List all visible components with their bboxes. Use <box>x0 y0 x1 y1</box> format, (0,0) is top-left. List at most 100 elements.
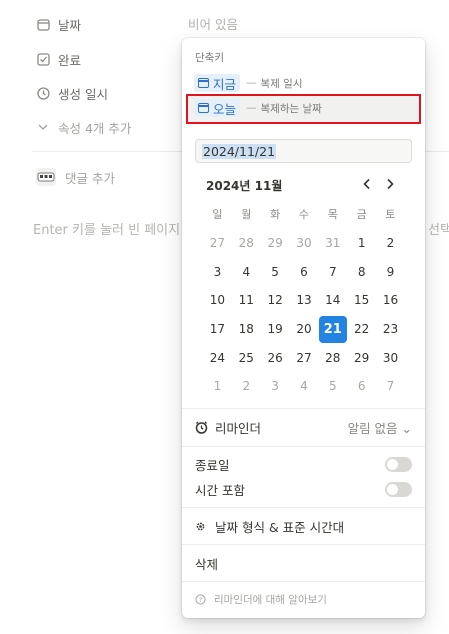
clock-icon <box>36 86 50 100</box>
shortcut-now[interactable]: 지금 — 복제 일시 <box>194 72 303 94</box>
calendar-day-outside[interactable]: 28 <box>232 229 261 258</box>
calendar-day[interactable]: 18 <box>232 315 261 344</box>
calendar-day-number: 23 <box>382 322 399 337</box>
calendar-day-number: 5 <box>271 264 279 279</box>
calendar-day[interactable]: 30 <box>376 343 405 372</box>
calendar-day-selected[interactable]: 21 <box>318 315 347 344</box>
divider <box>182 408 425 409</box>
calendar-day-number: 20 <box>296 322 312 337</box>
calendar-day[interactable]: 3 <box>203 257 232 286</box>
calendar-day[interactable]: 28 <box>318 343 347 372</box>
calendar-day[interactable]: 20 <box>290 315 319 344</box>
calendar-day-number: 1 <box>213 379 222 394</box>
add-comment-row[interactable]: 댓글 추가 <box>36 165 115 189</box>
calendar-day-number: 1 <box>357 236 366 251</box>
calendar-day[interactable]: 6 <box>290 257 319 286</box>
calendar-day-number: 29 <box>354 350 370 365</box>
calendar-day[interactable]: 26 <box>261 343 290 372</box>
calendar-day[interactable]: 27 <box>290 343 319 372</box>
calendar-day-number: 30 <box>382 350 399 365</box>
calendar-day-number: 16 <box>382 293 399 308</box>
calendar-grid: 일 월 화 수 목 금 토 27 28 29 30 31 1 2 3 4 5 6 7 8 9 10 11 12 1… <box>203 200 405 401</box>
reminder-row[interactable]: 리마인더 알림 없음 ⌄ <box>195 416 412 438</box>
end-date-toggle[interactable] <box>385 456 412 472</box>
divider <box>182 581 425 582</box>
more-properties-toggle[interactable]: 속성 4개 추가 <box>36 115 131 139</box>
calendar-day-outside[interactable]: 4 <box>290 372 319 401</box>
calendar-day-number: 4 <box>300 379 308 394</box>
reminder-select[interactable]: 알림 없음 ⌄ <box>348 418 412 437</box>
calendar-day-outside[interactable]: 31 <box>318 229 347 258</box>
calendar-day[interactable]: 29 <box>347 343 376 372</box>
help-icon: ? <box>195 593 206 605</box>
calendar-day[interactable]: 10 <box>203 286 232 315</box>
property-date-value[interactable]: 비어 있음 <box>188 14 238 33</box>
calendar-day[interactable]: 19 <box>261 315 290 344</box>
calendar-day[interactable]: 1 <box>347 229 376 258</box>
property-created-label: 생성 일시 <box>58 86 108 102</box>
calendar-day[interactable]: 15 <box>347 286 376 315</box>
calendar-day[interactable]: 2 <box>376 229 405 258</box>
calendar-day-number: 31 <box>325 236 341 251</box>
calendar-day-number: 26 <box>267 350 283 365</box>
calendar-day-number: 28 <box>238 236 254 251</box>
calendar-day[interactable]: 9 <box>376 257 405 286</box>
calendar-day-number: 17 <box>209 322 226 337</box>
chevron-left-icon <box>363 178 370 190</box>
property-date[interactable]: 날짜 <box>36 12 81 36</box>
calendar-day[interactable]: 4 <box>232 257 261 286</box>
include-time-toggle[interactable] <box>385 481 412 497</box>
calendar-day[interactable]: 23 <box>376 315 405 344</box>
property-date-label: 날짜 <box>58 17 82 33</box>
calendar-day-outside[interactable]: 7 <box>376 372 405 401</box>
alarm-clock-icon <box>195 421 208 434</box>
calendar-day-outside[interactable]: 5 <box>318 372 347 401</box>
next-month-button[interactable] <box>380 173 400 195</box>
shortcut-dash: — <box>246 102 257 114</box>
calendar-day-outside[interactable]: 6 <box>347 372 376 401</box>
shortcut-now-label: 지금 <box>213 76 237 92</box>
calendar-day-number: 25 <box>238 350 254 365</box>
calendar-day[interactable]: 13 <box>290 286 319 315</box>
checkbox-icon <box>36 52 50 66</box>
calendar-day-number: 27 <box>209 236 226 251</box>
weekday-thu: 목 <box>327 208 338 222</box>
shortcut-today[interactable]: 오늘 — 복제하는 날짜 <box>194 97 322 119</box>
calendar-day[interactable]: 17 <box>203 315 232 344</box>
calendar-day-outside[interactable]: 29 <box>261 229 290 258</box>
calendar-day[interactable]: 25 <box>232 343 261 372</box>
prev-month-button[interactable] <box>357 173 377 195</box>
month-label: 2024년 11월 <box>206 179 283 193</box>
calendar-day[interactable]: 24 <box>203 343 232 372</box>
calendar-day-outside[interactable]: 3 <box>261 372 290 401</box>
delete-row[interactable]: 삭제 <box>195 552 412 574</box>
calendar-day-number: 2 <box>242 379 251 394</box>
calendar-day-number: 3 <box>213 264 222 279</box>
date-format-row[interactable]: 날짜 형식 & 표준 시간대 <box>195 515 412 537</box>
calendar-day-outside[interactable]: 30 <box>290 229 319 258</box>
property-done[interactable]: 완료 <box>36 47 81 71</box>
calendar-day-outside[interactable]: 27 <box>203 229 232 258</box>
shortcuts-title: 단축키 <box>195 52 224 64</box>
calendar-day-number: 7 <box>386 379 395 394</box>
include-time-row[interactable]: 시간 포함 <box>195 478 412 500</box>
calendar-day[interactable]: 12 <box>261 286 290 315</box>
calendar-icon <box>36 17 50 31</box>
calendar-day-outside[interactable]: 1 <box>203 372 232 401</box>
property-created[interactable]: 생성 일시 <box>36 81 108 105</box>
calendar-day-number: 11 <box>238 293 254 308</box>
calendar-day-number: 14 <box>325 293 341 308</box>
calendar-day[interactable]: 5 <box>261 257 290 286</box>
date-input-value: 2024/11/21 <box>202 143 277 159</box>
end-date-row[interactable]: 종료일 <box>195 453 412 475</box>
calendar-day[interactable]: 22 <box>347 315 376 344</box>
chevron-right-icon <box>387 178 394 190</box>
calendar-day-outside[interactable]: 2 <box>232 372 261 401</box>
learn-reminders-link[interactable]: ? 리마인더에 대해 알아보기 <box>195 589 327 609</box>
date-input[interactable]: 2024/11/21 <box>195 139 412 163</box>
calendar-day[interactable]: 11 <box>232 286 261 315</box>
calendar-day[interactable]: 14 <box>318 286 347 315</box>
calendar-day[interactable]: 8 <box>347 257 376 286</box>
calendar-day[interactable]: 7 <box>318 257 347 286</box>
calendar-day[interactable]: 16 <box>376 286 405 315</box>
